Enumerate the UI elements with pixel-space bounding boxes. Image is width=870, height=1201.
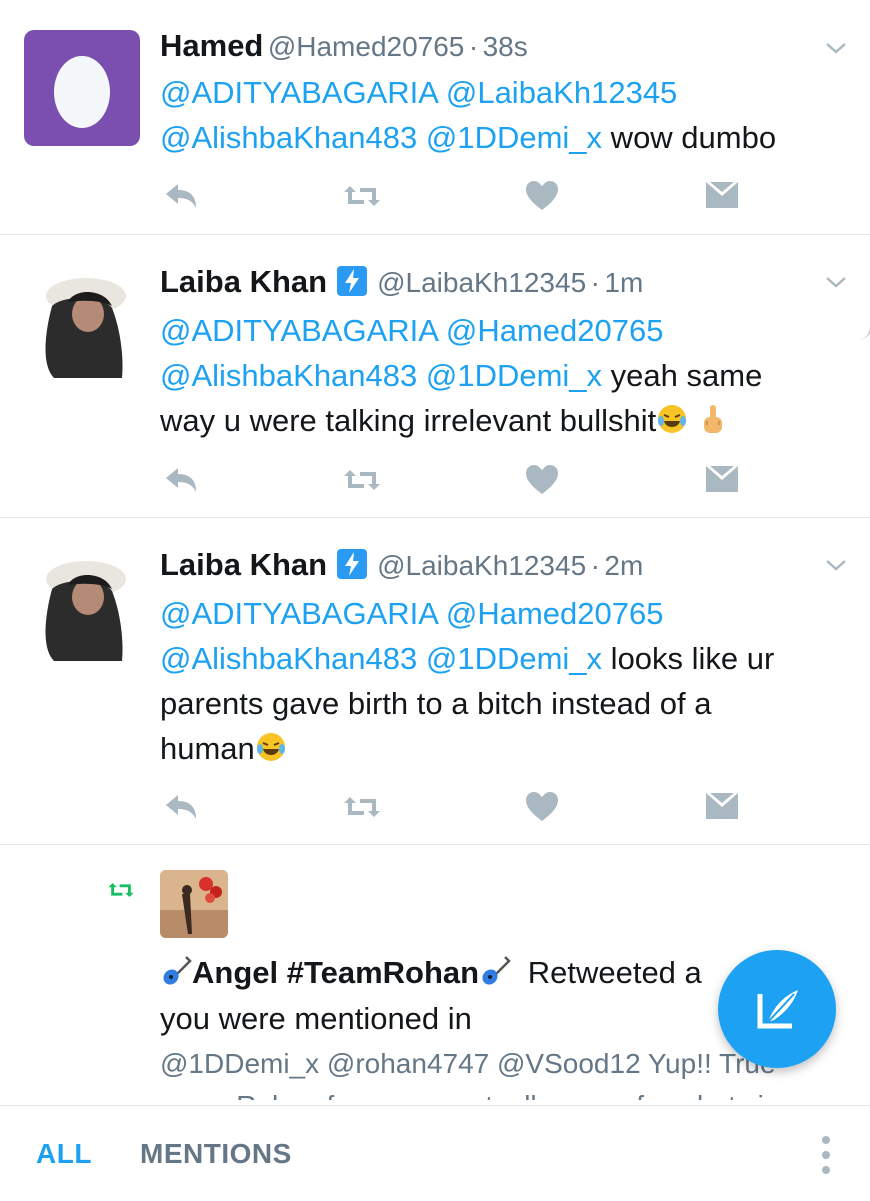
chevron-down-icon[interactable]: [824, 553, 848, 577]
tweet-text: @ADITYABAGARIA @Hamed20765 @AlishbaKhan4…: [160, 591, 840, 771]
profile-photo-icon: [160, 870, 228, 938]
reply-icon[interactable]: [160, 787, 204, 827]
tweet-text-content: yeah same: [602, 358, 763, 393]
retweet-icon[interactable]: [340, 460, 384, 500]
like-icon[interactable]: [520, 787, 564, 827]
compose-tweet-button[interactable]: [718, 950, 836, 1068]
profile-photo-icon: [45, 278, 126, 378]
mention-line[interactable]: @ADITYABAGARIA @Hamed20765: [160, 591, 840, 636]
tears-of-joy-emoji-icon: [256, 733, 285, 761]
profile-photo-icon: [45, 561, 126, 661]
mention-line[interactable]: @AlishbaKhan483 @1DDemi_x: [160, 641, 602, 676]
egg-avatar-icon: [54, 56, 110, 128]
screen-name[interactable]: @Hamed20765: [268, 31, 465, 62]
tweet-actions: [160, 460, 760, 500]
timestamp: 2m: [604, 550, 644, 581]
tweet-text-content: parents gave birth to a bitch instead of…: [160, 686, 712, 721]
retweet-icon: [108, 883, 134, 897]
lightning-badge-icon: [337, 549, 368, 579]
tweet[interactable]: Laiba Khan @LaibaKh12345 · 2m @ADITYABAGA…: [0, 517, 870, 845]
separator: ·: [590, 550, 600, 581]
guitar-emoji-icon: [479, 954, 511, 986]
display-name[interactable]: Hamed: [160, 28, 263, 63]
screen-name[interactable]: @LaibaKh12345: [377, 550, 586, 581]
middle-finger-emoji-icon: [703, 405, 722, 433]
tweet-text: @ADITYABAGARIA @Hamed20765 @AlishbaKhan4…: [160, 308, 840, 443]
mention-line[interactable]: @AlishbaKhan483 @1DDemi_x: [160, 120, 602, 155]
bottom-tab-bar: ALL MENTIONS: [0, 1105, 870, 1201]
timestamp: 38s: [482, 31, 528, 62]
lightning-badge-icon: [337, 266, 368, 296]
avatar[interactable]: [160, 870, 228, 938]
tweet-text: @ADITYABAGARIA @LaibaKh12345 @AlishbaKha…: [160, 70, 840, 160]
overflow-menu-icon[interactable]: [812, 1132, 840, 1178]
display-name[interactable]: Laiba Khan: [160, 264, 327, 299]
separator: ·: [468, 31, 479, 62]
timestamp: 1m: [604, 267, 644, 298]
text-line: @AlishbaKhan483 @1DDemi_x looks like ur: [160, 636, 840, 681]
separator: ·: [590, 267, 600, 298]
tweet-header: Laiba Khan @LaibaKh12345 · 2m: [160, 547, 643, 583]
display-name[interactable]: Angel #TeamRohan: [192, 955, 479, 990]
like-icon[interactable]: [520, 460, 564, 500]
scroll-edge: [858, 0, 870, 340]
screen-name[interactable]: @LaibaKh12345: [377, 267, 586, 298]
tweet-actions: [160, 176, 760, 216]
direct-message-icon[interactable]: [700, 176, 744, 216]
notification-action: Retweeted a: [527, 955, 702, 990]
mention-line[interactable]: @AlishbaKhan483 @1DDemi_x: [160, 358, 602, 393]
compose-tweet-icon: [757, 990, 798, 1029]
retweet-icon[interactable]: [340, 787, 384, 827]
tweet-actions: [160, 787, 760, 827]
text-line: @AlishbaKhan483 @1DDemi_x yeah same: [160, 353, 840, 398]
text-line: @AlishbaKhan483 @1DDemi_x wow dumbo: [160, 115, 840, 160]
tweet[interactable]: Laiba Khan @LaibaKh12345 · 1m @ADITYABAGA…: [0, 234, 870, 518]
tweet-text-content: way u were talking irrelevant bullshit: [160, 403, 657, 438]
tweet-preview[interactable]: many Rohan fans were actually varun fans…: [160, 1086, 840, 1100]
tears-of-joy-emoji-icon: [658, 405, 687, 433]
avatar[interactable]: [24, 549, 140, 665]
tweet-preview[interactable]: @1DDemi_x @rohan4747 @VSood12 Yup!! True: [160, 1042, 780, 1086]
text-line: way u were talking irrelevant bullshit: [160, 398, 840, 443]
display-name[interactable]: Laiba Khan: [160, 547, 327, 582]
reply-icon[interactable]: [160, 176, 204, 216]
text-line: human: [160, 726, 840, 771]
tweet-text-content: wow dumbo: [602, 120, 777, 155]
like-icon[interactable]: [520, 176, 564, 216]
direct-message-icon[interactable]: [700, 787, 744, 827]
tweet[interactable]: Hamed @Hamed20765 · 38s @ADITYABAGARIA @…: [0, 0, 870, 235]
tweet-header: Laiba Khan @LaibaKh12345 · 1m: [160, 264, 643, 300]
mention-line[interactable]: @ADITYABAGARIA @Hamed20765: [160, 308, 840, 353]
mention-line[interactable]: @ADITYABAGARIA @LaibaKh12345: [160, 70, 840, 115]
chevron-down-icon[interactable]: [824, 36, 848, 60]
chevron-down-icon[interactable]: [824, 270, 848, 294]
tab-all[interactable]: ALL: [36, 1138, 92, 1170]
direct-message-icon[interactable]: [700, 460, 744, 500]
guitar-emoji-icon: [160, 954, 192, 986]
avatar[interactable]: [24, 30, 140, 146]
retweet-icon[interactable]: [340, 176, 384, 216]
reply-icon[interactable]: [160, 460, 204, 500]
tab-mentions[interactable]: MENTIONS: [140, 1138, 292, 1170]
tweet-header: Hamed @Hamed20765 · 38s: [160, 28, 528, 64]
tweet-text-content: looks like ur: [602, 641, 775, 676]
tweet-text-content: human: [160, 731, 255, 766]
avatar[interactable]: [24, 266, 140, 382]
